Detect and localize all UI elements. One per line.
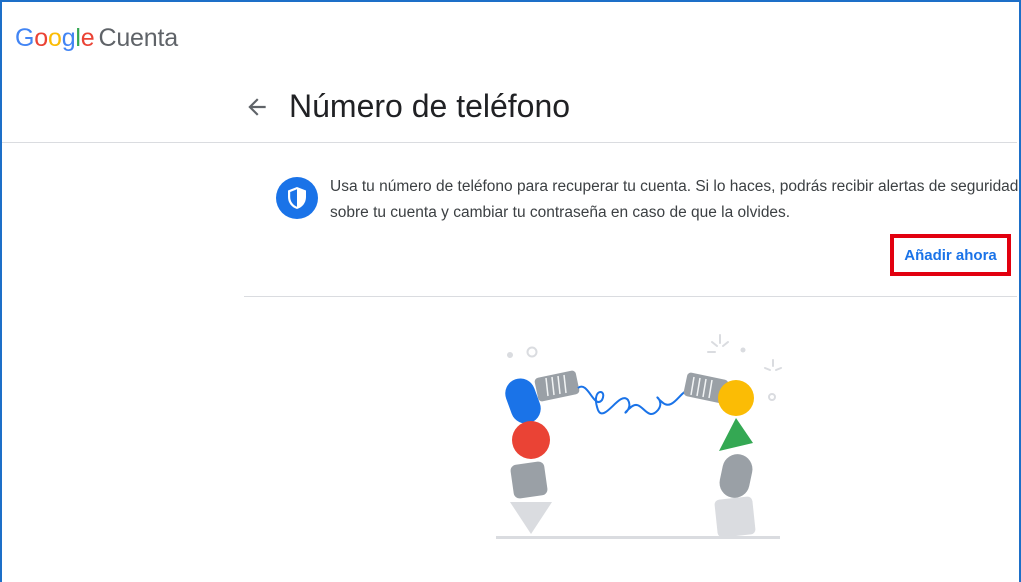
add-now-highlight-box: Añadir ahora [890,234,1011,276]
google-wordmark: Google [15,24,95,52]
phone-cord-illustration [490,330,800,555]
add-now-link[interactable]: Añadir ahora [904,247,997,264]
section-divider [244,296,1017,297]
arrow-left-icon[interactable] [244,94,270,120]
logo-letter: G [15,24,35,52]
shield-icon-svg [288,187,306,209]
google-account-logo[interactable]: Google Cuenta [15,24,178,53]
header-divider [2,142,1017,143]
phone-cord-illustration-svg [496,334,782,539]
logo-letter: e [80,24,95,52]
logo-letter: o [34,24,48,52]
shield-icon [276,177,318,219]
logo-letter: o [47,24,62,52]
phone-recovery-info-text: Usa tu número de teléfono para recuperar… [330,178,1019,221]
product-name: Cuenta [98,24,178,52]
page-title: Número de teléfono [289,88,571,124]
arrow-left-icon-svg [248,98,266,116]
logo-letter: g [61,24,76,52]
